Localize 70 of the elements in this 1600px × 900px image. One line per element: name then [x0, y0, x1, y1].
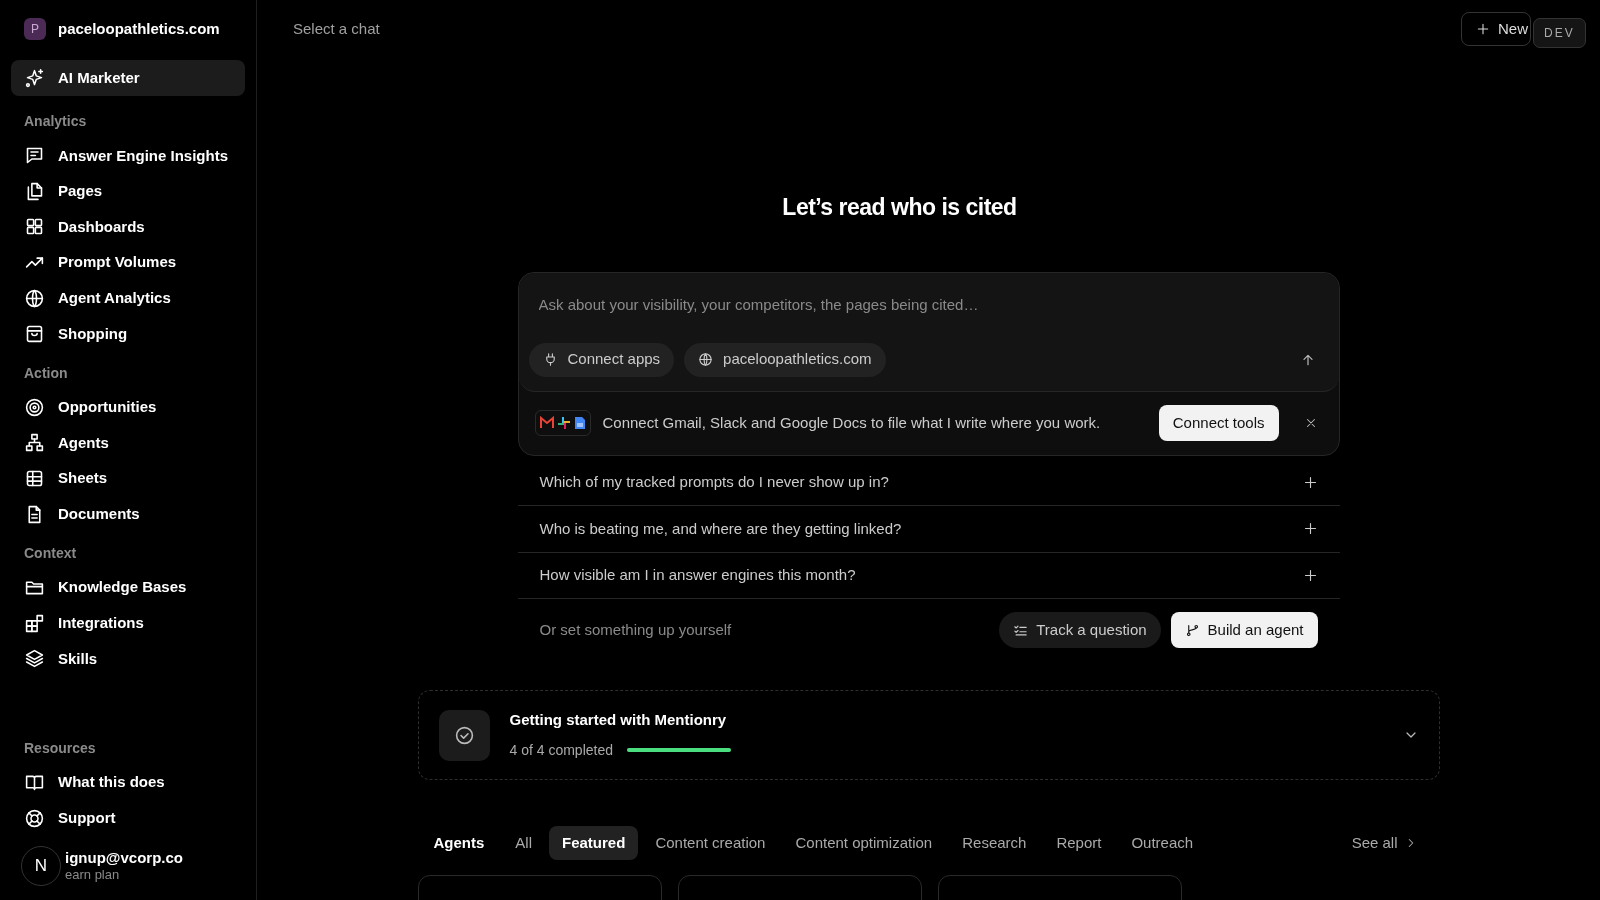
user-email: ignup@vcorp.co	[65, 848, 183, 866]
filter-tab[interactable]: Outreach	[1118, 826, 1207, 860]
sidebar-item[interactable]: Agents	[11, 425, 245, 461]
sidebar-item[interactable]: Documents	[11, 496, 245, 532]
plus-icon	[1476, 22, 1490, 36]
layers-icon	[24, 648, 45, 670]
sidebar-item[interactable]: Support	[11, 800, 245, 836]
onboarding-title: Getting started with Mentionry	[509, 710, 728, 731]
section-label: Analytics	[23, 112, 88, 131]
filter-tab[interactable]: Report	[1043, 826, 1115, 860]
setup-button[interactable]: Track a question	[999, 612, 1161, 648]
sidebar-item[interactable]: Shopping	[11, 315, 245, 352]
prompt-input[interactable]: Ask about your visibility, your competitors, the pages being cited…	[528, 293, 1329, 316]
blocks-icon	[24, 612, 45, 634]
hierarchy-icon	[24, 432, 45, 454]
sidebar-item[interactable]: AI Marketer	[11, 60, 245, 96]
user-plan: earn plan	[65, 866, 121, 883]
connect-message: Connect Gmail, Slack and Google Docs to file what I write where you work.	[602, 412, 1102, 433]
sidebar-item[interactable]: What this does	[11, 764, 245, 801]
workspace-name[interactable]: paceloopathletics.com	[58, 17, 220, 41]
suggestion-text: Who is beating me, and where are they getting linked?	[539, 518, 903, 539]
sidebar-item[interactable]: Pages	[11, 173, 245, 210]
chat-title: Select a chat	[293, 19, 380, 39]
chip-button[interactable]: paceloopathletics.com	[684, 342, 886, 377]
sidebar-item[interactable]: Opportunities	[11, 389, 245, 426]
plus-icon	[1302, 521, 1318, 537]
see-all-link[interactable]: See all	[1351, 831, 1418, 855]
sidebar-item[interactable]: Prompt Volumes	[11, 244, 245, 281]
connect-tools-button[interactable]: Connect tools	[1158, 405, 1279, 441]
plus-icon	[1302, 474, 1318, 490]
check-circle-icon	[453, 724, 475, 746]
section-label: Context	[23, 543, 78, 563]
workspace-avatar: P	[24, 18, 46, 40]
branch-icon	[1184, 622, 1200, 638]
page-heading: Let’s read who is cited	[782, 193, 1017, 222]
section-label: Action	[23, 363, 69, 383]
filter-tab[interactable]: Research	[949, 826, 1040, 860]
user-avatar[interactable]: N	[21, 845, 61, 886]
agents-label: Agents	[433, 832, 485, 853]
sidebar-item[interactable]: Knowledge Bases	[11, 569, 245, 606]
globe-icon	[698, 352, 714, 367]
bag-icon	[24, 323, 45, 345]
filter-tab[interactable]: All	[502, 826, 545, 860]
sidebar-item[interactable]: Integrations	[11, 605, 245, 642]
suggestion-row[interactable]: Which of my tracked prompts do I never show up in?	[517, 459, 1340, 506]
suggestion-row[interactable]: Who is beating me, and where are they getting linked?	[517, 506, 1340, 553]
setup-button[interactable]: Build an agent	[1170, 612, 1318, 648]
sparkles-icon	[24, 67, 45, 89]
new-chat-button[interactable]: New	[1461, 12, 1531, 46]
suggestion-text: Which of my tracked prompts do I never show up in?	[539, 472, 890, 492]
section-label: Resources	[23, 738, 97, 758]
app-logos-icon	[534, 410, 591, 436]
sidebar-item[interactable]: Dashboards	[11, 209, 245, 245]
plus-icon	[1302, 567, 1318, 583]
setup-text: Or set something up yourself	[539, 619, 733, 640]
chip-button[interactable]: Connect apps	[528, 342, 675, 377]
filter-tab[interactable]: Content optimization	[782, 826, 946, 860]
sidebar-item[interactable]: Answer Engine Insights	[11, 138, 245, 174]
globe-icon	[24, 287, 45, 309]
filter-tab[interactable]: Content creation	[642, 826, 779, 860]
sidebar-item[interactable]: Agent Analytics	[11, 280, 245, 316]
dev-badge: DEV	[1533, 18, 1586, 48]
target-icon	[24, 396, 45, 418]
filter-tab[interactable]: Featured	[549, 826, 639, 860]
sidebar-item[interactable]: Sheets	[11, 460, 245, 497]
suggestion-row[interactable]: How visible am I in answer engines this month?	[517, 552, 1340, 599]
progress-text: 4 of 4 completed	[509, 740, 613, 760]
suggestion-text: How visible am I in answer engines this month?	[539, 565, 857, 585]
lifebuoy-icon	[24, 807, 45, 829]
sidebar-item[interactable]: Skills	[11, 641, 245, 677]
